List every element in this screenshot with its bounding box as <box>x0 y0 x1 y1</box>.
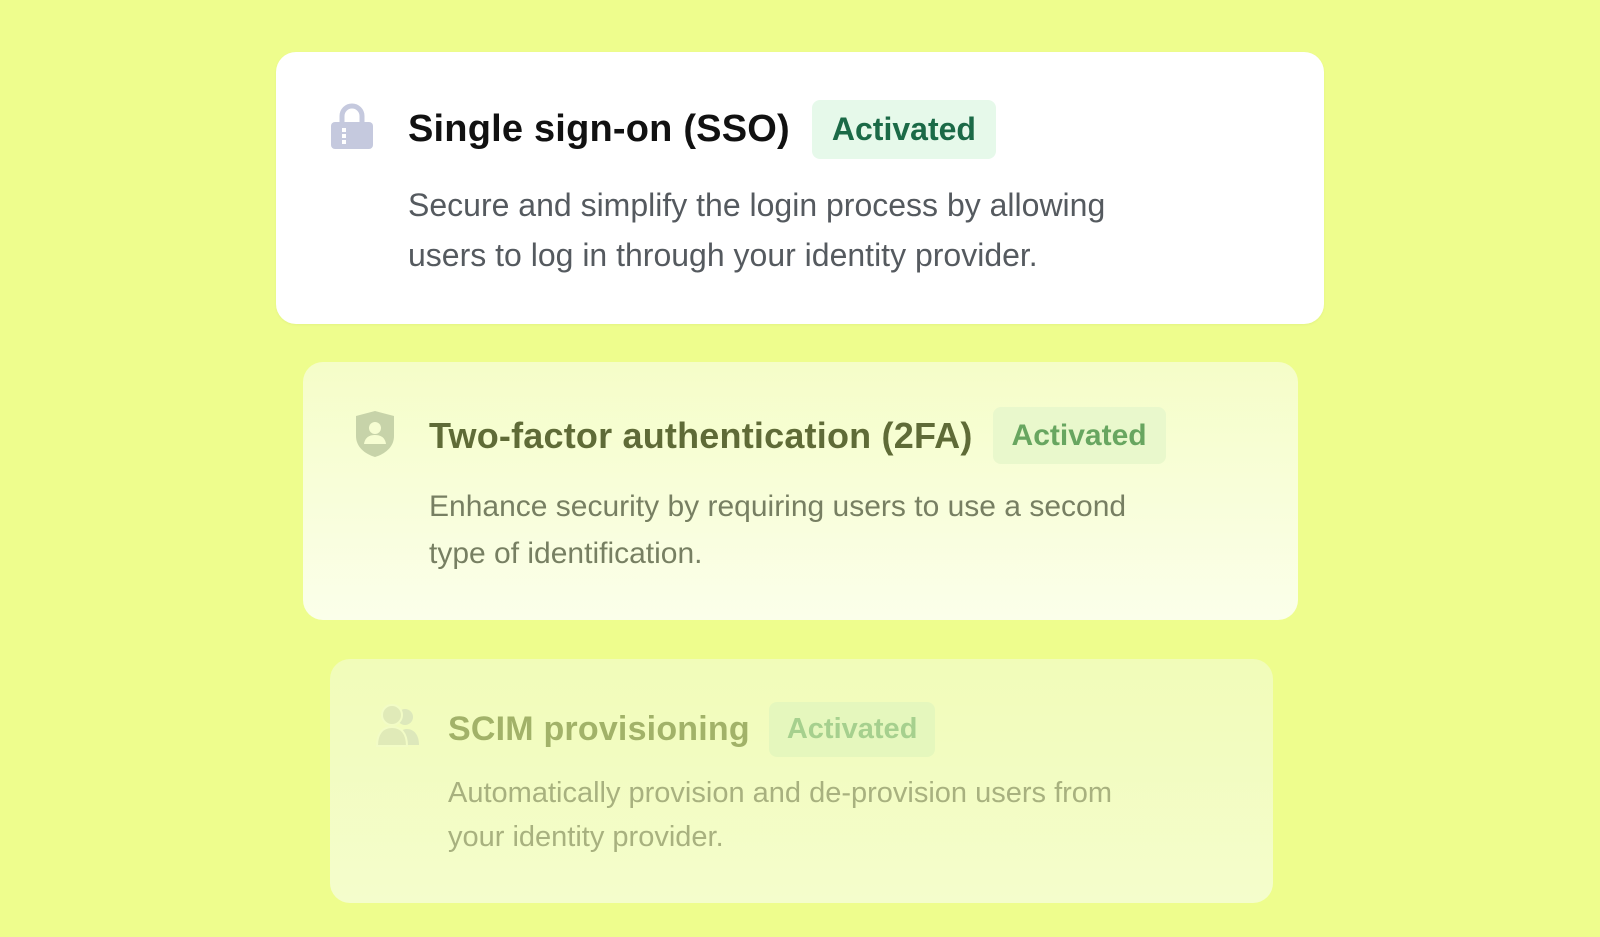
status-badge: Activated <box>768 702 936 757</box>
feature-title: Single sign-on (SSO) <box>408 108 790 150</box>
description-line: users to log in through your identity pr… <box>408 237 1038 273</box>
feature-title: SCIM provisioning <box>448 710 750 748</box>
description-line: Enhance security by requiring users to u… <box>429 490 1127 523</box>
description-line: Secure and simplify the login process by… <box>408 187 1106 223</box>
users-icon <box>376 704 419 747</box>
shield-user-icon <box>356 411 394 457</box>
feature-description: Enhance security by requiring users to u… <box>429 483 1126 577</box>
status-badge: Activated <box>992 407 1166 464</box>
page: { "background_color": "#eefd8d", "featur… <box>0 0 1600 937</box>
feature-header: Single sign-on (SSO) Activated <box>408 100 996 159</box>
feature-header: SCIM provisioning Activated <box>448 702 936 757</box>
feature-card-2fa[interactable]: Two-factor authentication (2FA) Activate… <box>303 362 1298 620</box>
feature-description: Secure and simplify the login process by… <box>408 180 1105 280</box>
lock-icon <box>331 103 373 149</box>
feature-header: Two-factor authentication (2FA) Activate… <box>429 407 1166 464</box>
description-line: Automatically provision and de-provision… <box>448 777 1113 809</box>
feature-card-sso[interactable]: Single sign-on (SSO) Activated Secure an… <box>276 52 1324 324</box>
feature-description: Automatically provision and de-provision… <box>448 771 1112 859</box>
description-line: type of identification. <box>429 537 703 570</box>
status-badge: Activated <box>811 100 996 159</box>
feature-title: Two-factor authentication (2FA) <box>429 414 973 456</box>
description-line: your identity provider. <box>448 821 724 853</box>
feature-card-scim[interactable]: SCIM provisioning Activated Automaticall… <box>330 659 1273 903</box>
